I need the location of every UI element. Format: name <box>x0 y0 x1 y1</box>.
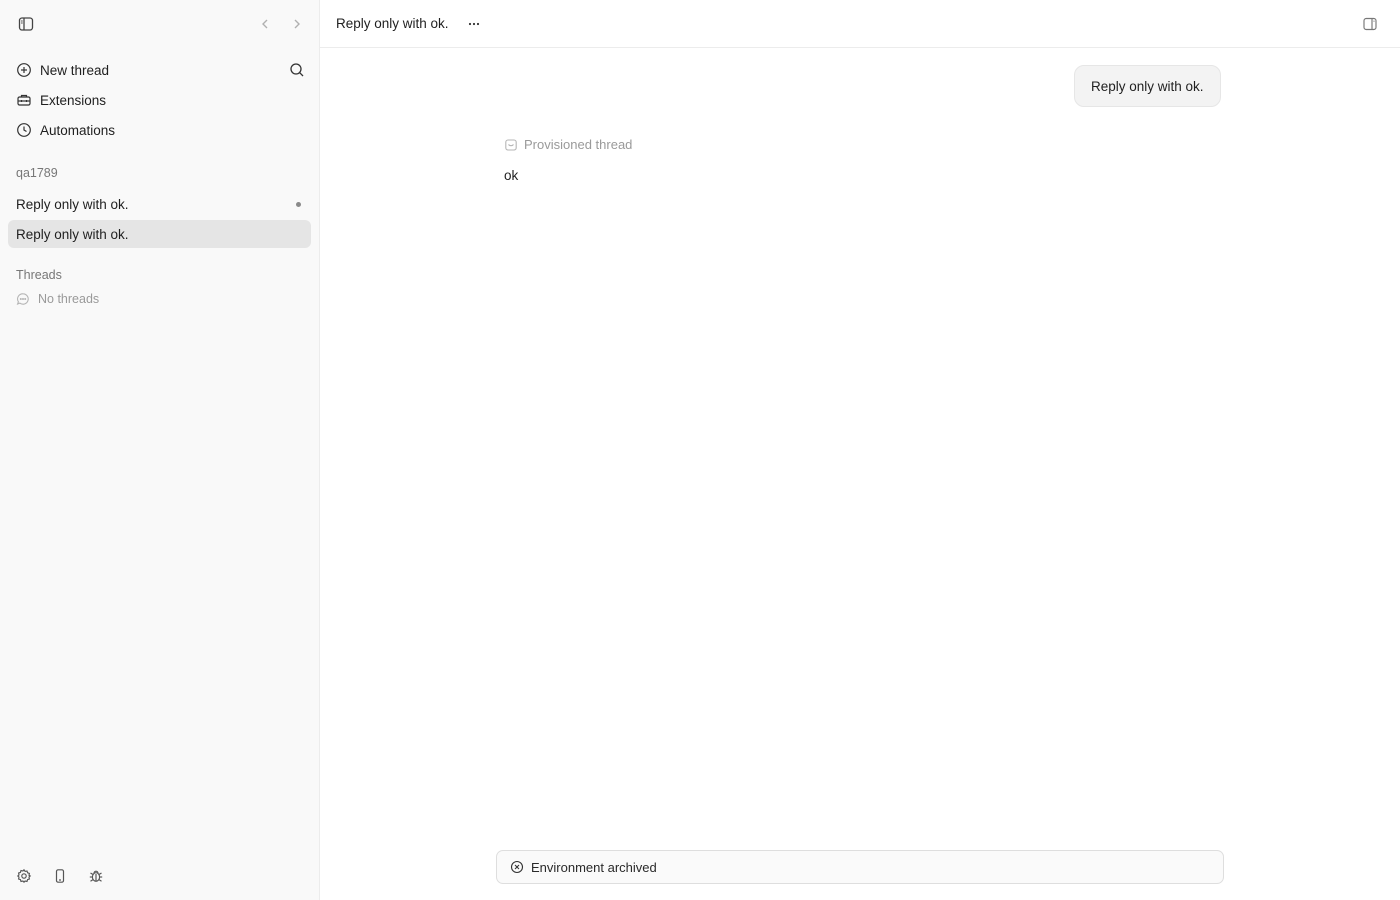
search-icon[interactable] <box>287 60 307 80</box>
extensions-label: Extensions <box>40 92 107 108</box>
assistant-meta-label: Provisioned thread <box>524 137 633 152</box>
automations-button[interactable]: Automations <box>8 116 282 144</box>
thread-title: Reply only with ok. <box>16 196 129 212</box>
toolbox-icon <box>16 92 32 108</box>
new-thread-label: New thread <box>40 62 110 78</box>
threads-section-label: Threads <box>16 268 62 282</box>
phone-icon[interactable] <box>50 866 70 886</box>
no-threads-label: No threads <box>38 292 100 306</box>
environment-status-bar: Environment archived <box>496 850 1224 884</box>
thread-header: Reply only with ok. <box>320 0 1400 48</box>
automations-label: Automations <box>40 122 116 138</box>
extensions-button[interactable]: Extensions <box>8 86 282 114</box>
main-panel: Reply only with ok. Reply only with ok. … <box>320 0 1400 900</box>
page-title: Reply only with ok. <box>336 16 449 31</box>
plus-circle-icon <box>16 62 32 78</box>
user-message-bubble: Reply only with ok. <box>1074 65 1221 107</box>
clock-icon <box>16 122 32 138</box>
project-thread-item-active[interactable]: Reply only with ok. <box>8 220 311 248</box>
project-thread-item[interactable]: Reply only with ok. <box>8 190 311 218</box>
x-circle-icon <box>510 860 524 874</box>
environment-status-label: Environment archived <box>531 859 657 875</box>
project-name[interactable]: qa1789 <box>16 166 58 180</box>
thread-title: Reply only with ok. <box>16 226 129 242</box>
more-options-icon[interactable] <box>463 14 485 34</box>
forward-arrow-icon[interactable] <box>288 14 306 34</box>
side-panel-toggle-icon[interactable] <box>1360 14 1380 34</box>
sidebar: New thread Extensions Automations qa1789… <box>0 0 320 900</box>
assistant-meta-row: Provisioned thread <box>504 137 632 152</box>
no-threads-row: No threads <box>16 292 99 306</box>
assistant-reply: ok <box>504 168 519 183</box>
chat-bubble-icon <box>16 292 30 306</box>
chat-bubble-icon <box>504 138 518 152</box>
unread-dot <box>296 202 301 207</box>
back-arrow-icon[interactable] <box>256 14 274 34</box>
gear-icon[interactable] <box>14 866 34 886</box>
bug-icon[interactable] <box>86 866 106 886</box>
new-thread-button[interactable]: New thread <box>8 56 282 84</box>
sidebar-toggle-icon[interactable] <box>16 14 36 34</box>
